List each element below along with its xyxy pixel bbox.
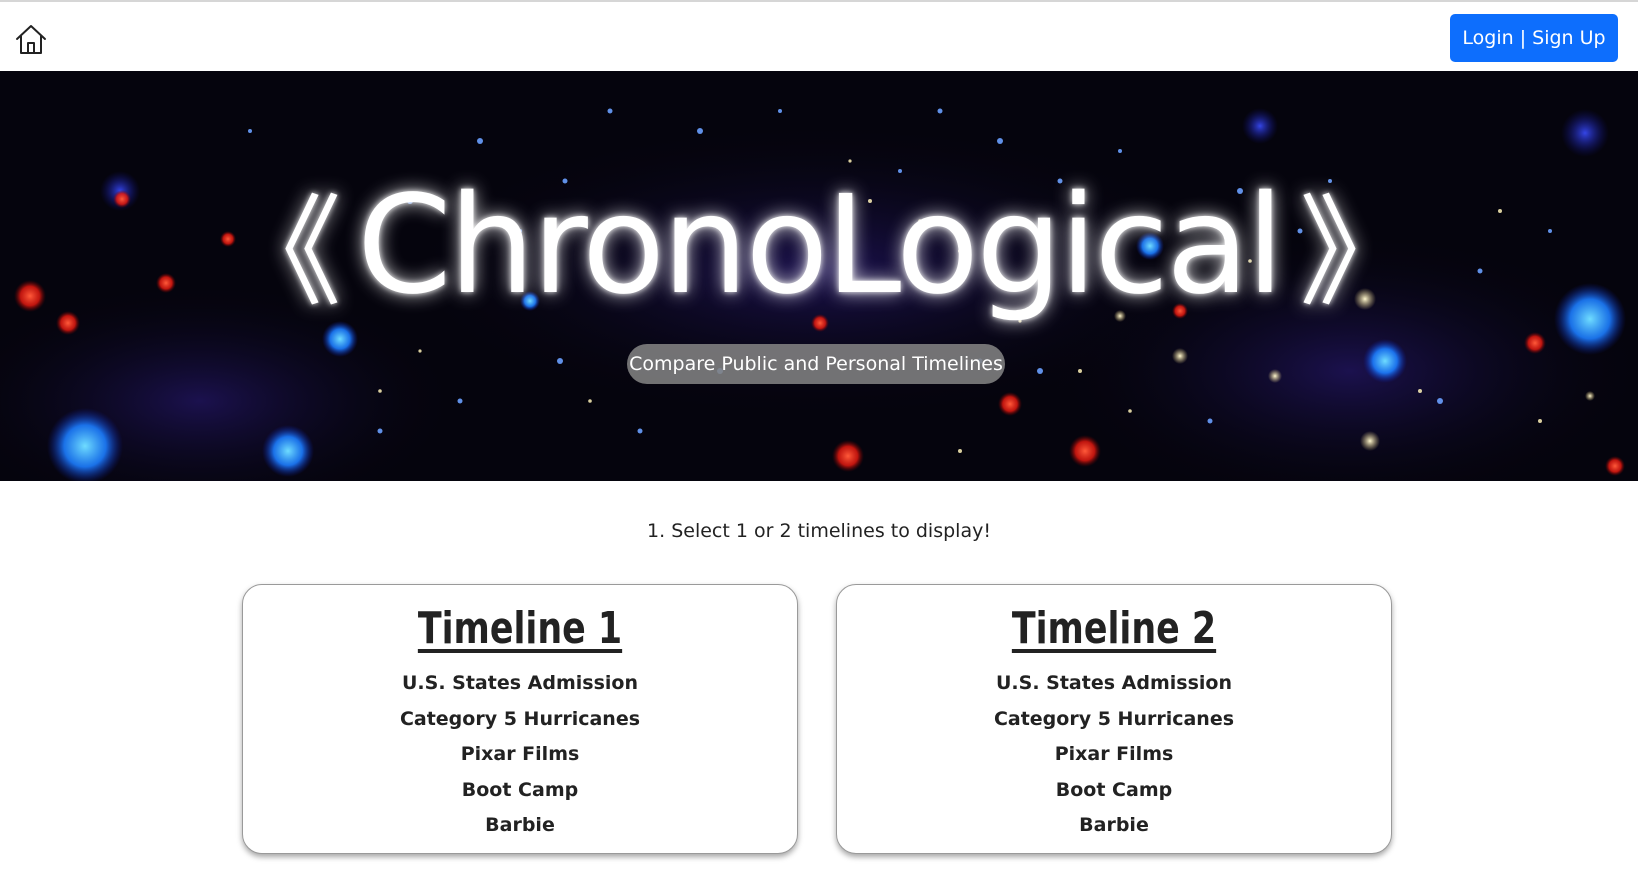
timeline-option[interactable]: Category 5 Hurricanes xyxy=(243,702,797,738)
timeline-options-list: U.S. States Admission Category 5 Hurrica… xyxy=(243,666,797,844)
timeline-option[interactable]: Boot Camp xyxy=(837,773,1391,809)
instruction-text: 1. Select 1 or 2 timelines to display! xyxy=(647,520,991,542)
timeline-option[interactable]: U.S. States Admission xyxy=(837,666,1391,702)
navbar: Login | Sign Up xyxy=(0,2,1638,71)
timeline-card-2: Timeline 2 U.S. States Admission Categor… xyxy=(836,584,1392,854)
timeline-option[interactable]: Barbie xyxy=(243,808,797,844)
timeline-option[interactable]: Barbie xyxy=(837,808,1391,844)
timeline-option[interactable]: Pixar Films xyxy=(243,737,797,773)
login-signup-button[interactable]: Login | Sign Up xyxy=(1450,14,1618,62)
hero-banner: 《 ChronoLogical 》 Compare Public and Per… xyxy=(0,71,1638,481)
home-icon[interactable] xyxy=(14,22,48,56)
timeline-option[interactable]: Boot Camp xyxy=(243,773,797,809)
timeline-card-title: Timeline 1 xyxy=(417,603,623,654)
timeline-options-list: U.S. States Admission Category 5 Hurrica… xyxy=(837,666,1391,844)
timeline-card-title: Timeline 2 xyxy=(1011,603,1217,654)
timeline-option[interactable]: Category 5 Hurricanes xyxy=(837,702,1391,738)
app-title-text: ChronoLogical xyxy=(356,167,1284,325)
timeline-card-1: Timeline 1 U.S. States Admission Categor… xyxy=(242,584,798,854)
timeline-option[interactable]: U.S. States Admission xyxy=(243,666,797,702)
right-chevron-icon: 》 xyxy=(1299,184,1419,323)
app-title: 《 ChronoLogical 》 xyxy=(0,166,1638,326)
timeline-option[interactable]: Pixar Films xyxy=(837,737,1391,773)
hero-subtitle: Compare Public and Personal Timelines xyxy=(627,344,1005,384)
left-chevron-icon: 《 xyxy=(221,184,342,323)
